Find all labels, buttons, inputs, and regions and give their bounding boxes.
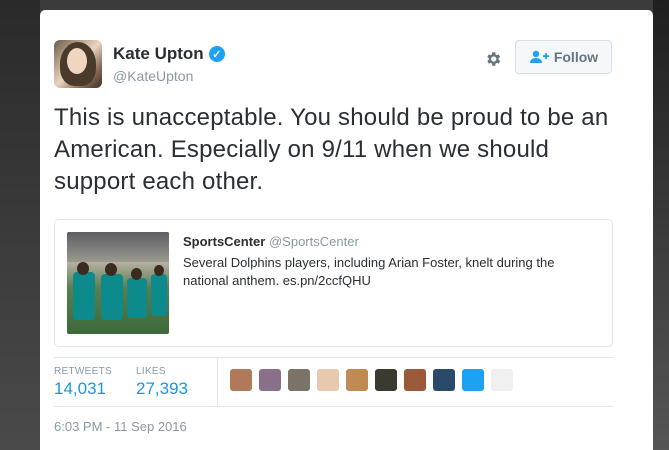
verified-badge-icon: ✓ bbox=[208, 46, 225, 62]
tweet-timestamp[interactable]: 6:03 PM - 11 Sep 2016 bbox=[54, 419, 187, 434]
liker-avatar-6[interactable] bbox=[375, 369, 397, 391]
tweet-text: This is unacceptable. You should be prou… bbox=[54, 104, 609, 195]
player-head bbox=[154, 265, 164, 276]
liker-avatar-1[interactable] bbox=[230, 369, 252, 391]
liker-avatar-3[interactable] bbox=[288, 369, 310, 391]
likes-label: LIKES bbox=[136, 366, 166, 377]
liker-avatar-5[interactable] bbox=[346, 369, 368, 391]
liker-avatar-10[interactable] bbox=[491, 369, 513, 391]
tweet-card: Kate Upton ✓ @KateUpton Follow This is u… bbox=[40, 10, 653, 450]
stats-vertical-divider bbox=[217, 358, 218, 406]
liker-avatar-2[interactable] bbox=[259, 369, 281, 391]
likes-count: 27,393 bbox=[136, 379, 188, 398]
player-figure bbox=[127, 278, 147, 318]
stats-divider-top bbox=[54, 357, 613, 358]
background-right bbox=[653, 0, 669, 450]
author-handle[interactable]: @KateUpton bbox=[113, 68, 193, 84]
player-figure bbox=[151, 274, 167, 316]
likes-stat[interactable]: LIKES 27,393 bbox=[136, 366, 188, 399]
avatar-face bbox=[67, 48, 87, 74]
follow-button[interactable]: Follow bbox=[515, 40, 612, 74]
stats-divider-bottom bbox=[54, 406, 613, 407]
player-figure bbox=[101, 274, 123, 320]
liker-avatar-4[interactable] bbox=[317, 369, 339, 391]
quoted-user-handle[interactable]: @SportsCenter bbox=[269, 234, 359, 249]
author-name[interactable]: Kate Upton bbox=[113, 44, 204, 64]
retweets-stat[interactable]: RETWEETS 14,031 bbox=[54, 366, 112, 399]
gear-icon[interactable] bbox=[484, 50, 502, 68]
quoted-tweet-header: SportsCenter @SportsCenter bbox=[183, 234, 359, 249]
player-head bbox=[77, 262, 89, 275]
follow-label: Follow bbox=[553, 49, 599, 65]
add-user-icon bbox=[529, 50, 549, 63]
quoted-tweet-text: Several Dolphins players, including Aria… bbox=[183, 255, 555, 288]
quoted-user-name[interactable]: SportsCenter bbox=[183, 234, 265, 249]
liker-avatar-7[interactable] bbox=[404, 369, 426, 391]
liker-avatars bbox=[230, 369, 520, 391]
liker-avatar-9[interactable] bbox=[462, 369, 484, 391]
liker-avatar-8[interactable] bbox=[433, 369, 455, 391]
quoted-tweet-image bbox=[67, 232, 169, 334]
author-avatar[interactable] bbox=[54, 40, 102, 88]
background-left bbox=[0, 0, 40, 450]
stadium-background bbox=[67, 232, 169, 262]
player-head bbox=[105, 263, 117, 276]
player-figure bbox=[73, 272, 95, 320]
retweets-count: 14,031 bbox=[54, 379, 106, 398]
player-head bbox=[131, 268, 142, 280]
quoted-tweet[interactable]: SportsCenter @SportsCenter Several Dolph… bbox=[54, 219, 613, 347]
retweets-label: RETWEETS bbox=[54, 366, 112, 377]
author-name-row: Kate Upton ✓ bbox=[113, 44, 225, 64]
